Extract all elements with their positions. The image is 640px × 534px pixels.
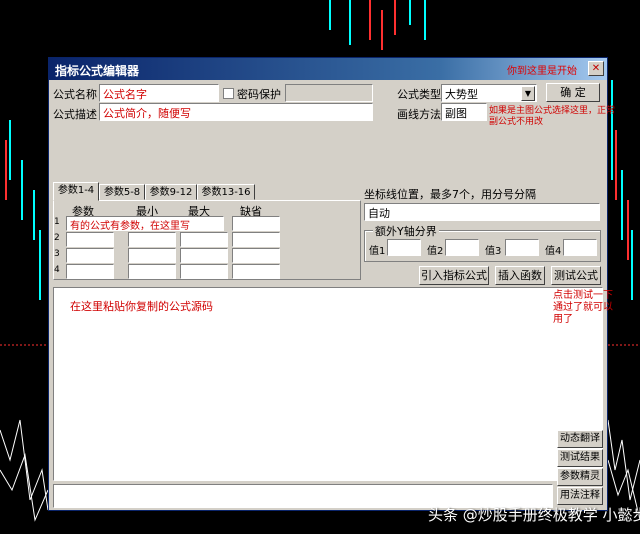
param-2-name-input[interactable] xyxy=(66,232,114,247)
formula-type-select[interactable]: 大势型 ▼ xyxy=(441,84,537,102)
formula-name-input[interactable]: 公式名字 xyxy=(99,84,219,102)
param-3-min-input[interactable] xyxy=(128,248,176,263)
param-4-name-input[interactable] xyxy=(66,264,114,279)
y-value-1-input[interactable] xyxy=(387,239,421,256)
y-value-2-label: 值2 xyxy=(427,246,444,257)
insert-function-button[interactable]: 插入函数 xyxy=(495,266,545,285)
param-4-min-input[interactable] xyxy=(128,264,176,279)
formula-source-editor[interactable]: 在这里粘贴你复制的公式源码 xyxy=(53,287,603,481)
param-4-default-input[interactable] xyxy=(232,264,280,279)
title-note: 你到这里是开始 xyxy=(507,66,577,77)
param-row-hint: 有的公式有参数，在这里写 xyxy=(70,221,190,232)
param-2-default-input[interactable] xyxy=(232,232,280,247)
test-result-button[interactable]: 测试结果 xyxy=(557,449,603,467)
param-2-max-input[interactable] xyxy=(180,232,228,247)
dialog-title: 指标公式编辑器 xyxy=(55,64,140,78)
title-bar[interactable]: 指标公式编辑器 你到这里是开始 ✕ xyxy=(49,58,607,80)
tab-params-1-4[interactable]: 参数1-4 xyxy=(53,182,99,201)
y-value-3-input[interactable] xyxy=(505,239,539,256)
y-value-2-input[interactable] xyxy=(445,239,479,256)
param-2-min-input[interactable] xyxy=(128,232,176,247)
test-formula-button[interactable]: 测试公式 xyxy=(551,266,601,285)
param-panel: 参数 最小 最大 缺省 1 2 3 4 有的公式有参数，在这里写 xyxy=(53,200,361,280)
y-value-3-label: 值3 xyxy=(485,246,502,257)
y-value-4-label: 值4 xyxy=(545,246,562,257)
param-row-number: 3 xyxy=(54,249,60,259)
formula-editor-dialog: 指标公式编辑器 你到这里是开始 ✕ 公式名称 公式名字 密码保护 公式描述 公式… xyxy=(48,57,615,511)
formula-desc-input[interactable]: 公式简介，随便写 xyxy=(99,103,373,121)
draw-method-select[interactable]: 副图 xyxy=(441,103,487,121)
param-3-max-input[interactable] xyxy=(180,248,228,263)
extra-y-axis-group: 额外Y轴分界 值1 值2 值3 值4 xyxy=(364,223,601,262)
password-input[interactable] xyxy=(285,84,373,102)
axis-position-label: 坐标线位置，最多7个，用分号分隔 xyxy=(364,188,536,201)
password-checkbox[interactable] xyxy=(223,88,234,99)
tab-params-5-8[interactable]: 参数5-8 xyxy=(99,184,145,200)
tab-params-13-16[interactable]: 参数13-16 xyxy=(197,184,255,200)
import-formula-button[interactable]: 引入指标公式 xyxy=(419,266,489,285)
param-1-default-input[interactable] xyxy=(232,216,280,231)
param-row-number: 1 xyxy=(54,217,60,227)
draw-method-label: 画线方法 xyxy=(397,108,441,121)
extra-y-axis-title: 额外Y轴分界 xyxy=(373,223,439,239)
usage-notes-button[interactable]: 用法注释 xyxy=(557,487,603,505)
chevron-down-icon[interactable]: ▼ xyxy=(521,86,535,101)
ok-button[interactable]: 确 定 xyxy=(546,83,600,102)
formula-name-label: 公式名称 xyxy=(53,88,97,101)
editor-hint: 在这里粘贴你复制的公式源码 xyxy=(70,300,213,313)
param-3-name-input[interactable] xyxy=(66,248,114,263)
password-label: 密码保护 xyxy=(237,88,281,101)
close-icon[interactable]: ✕ xyxy=(588,61,604,76)
param-wizard-button[interactable]: 参数精灵 xyxy=(557,468,603,486)
param-row-number: 4 xyxy=(54,265,60,275)
dynamic-translate-button[interactable]: 动态翻译 xyxy=(557,430,603,448)
y-value-1-label: 值1 xyxy=(369,246,386,257)
param-3-default-input[interactable] xyxy=(232,248,280,263)
formula-type-label: 公式类型 xyxy=(397,88,441,101)
draw-method-note-2: 副公式不用改 xyxy=(489,117,544,127)
watermark: 头条 @炒股手册终极教学 小懿步迹 xyxy=(428,506,640,524)
param-4-max-input[interactable] xyxy=(180,264,228,279)
y-value-4-input[interactable] xyxy=(563,239,597,256)
axis-position-input[interactable]: 自动 xyxy=(364,203,600,221)
param-row-number: 2 xyxy=(54,233,60,243)
test-note-3: 用了 xyxy=(553,314,573,325)
tab-params-9-12[interactable]: 参数9-12 xyxy=(145,184,197,200)
formula-desc-label: 公式描述 xyxy=(53,108,97,121)
formula-type-value: 大势型 xyxy=(445,88,478,101)
